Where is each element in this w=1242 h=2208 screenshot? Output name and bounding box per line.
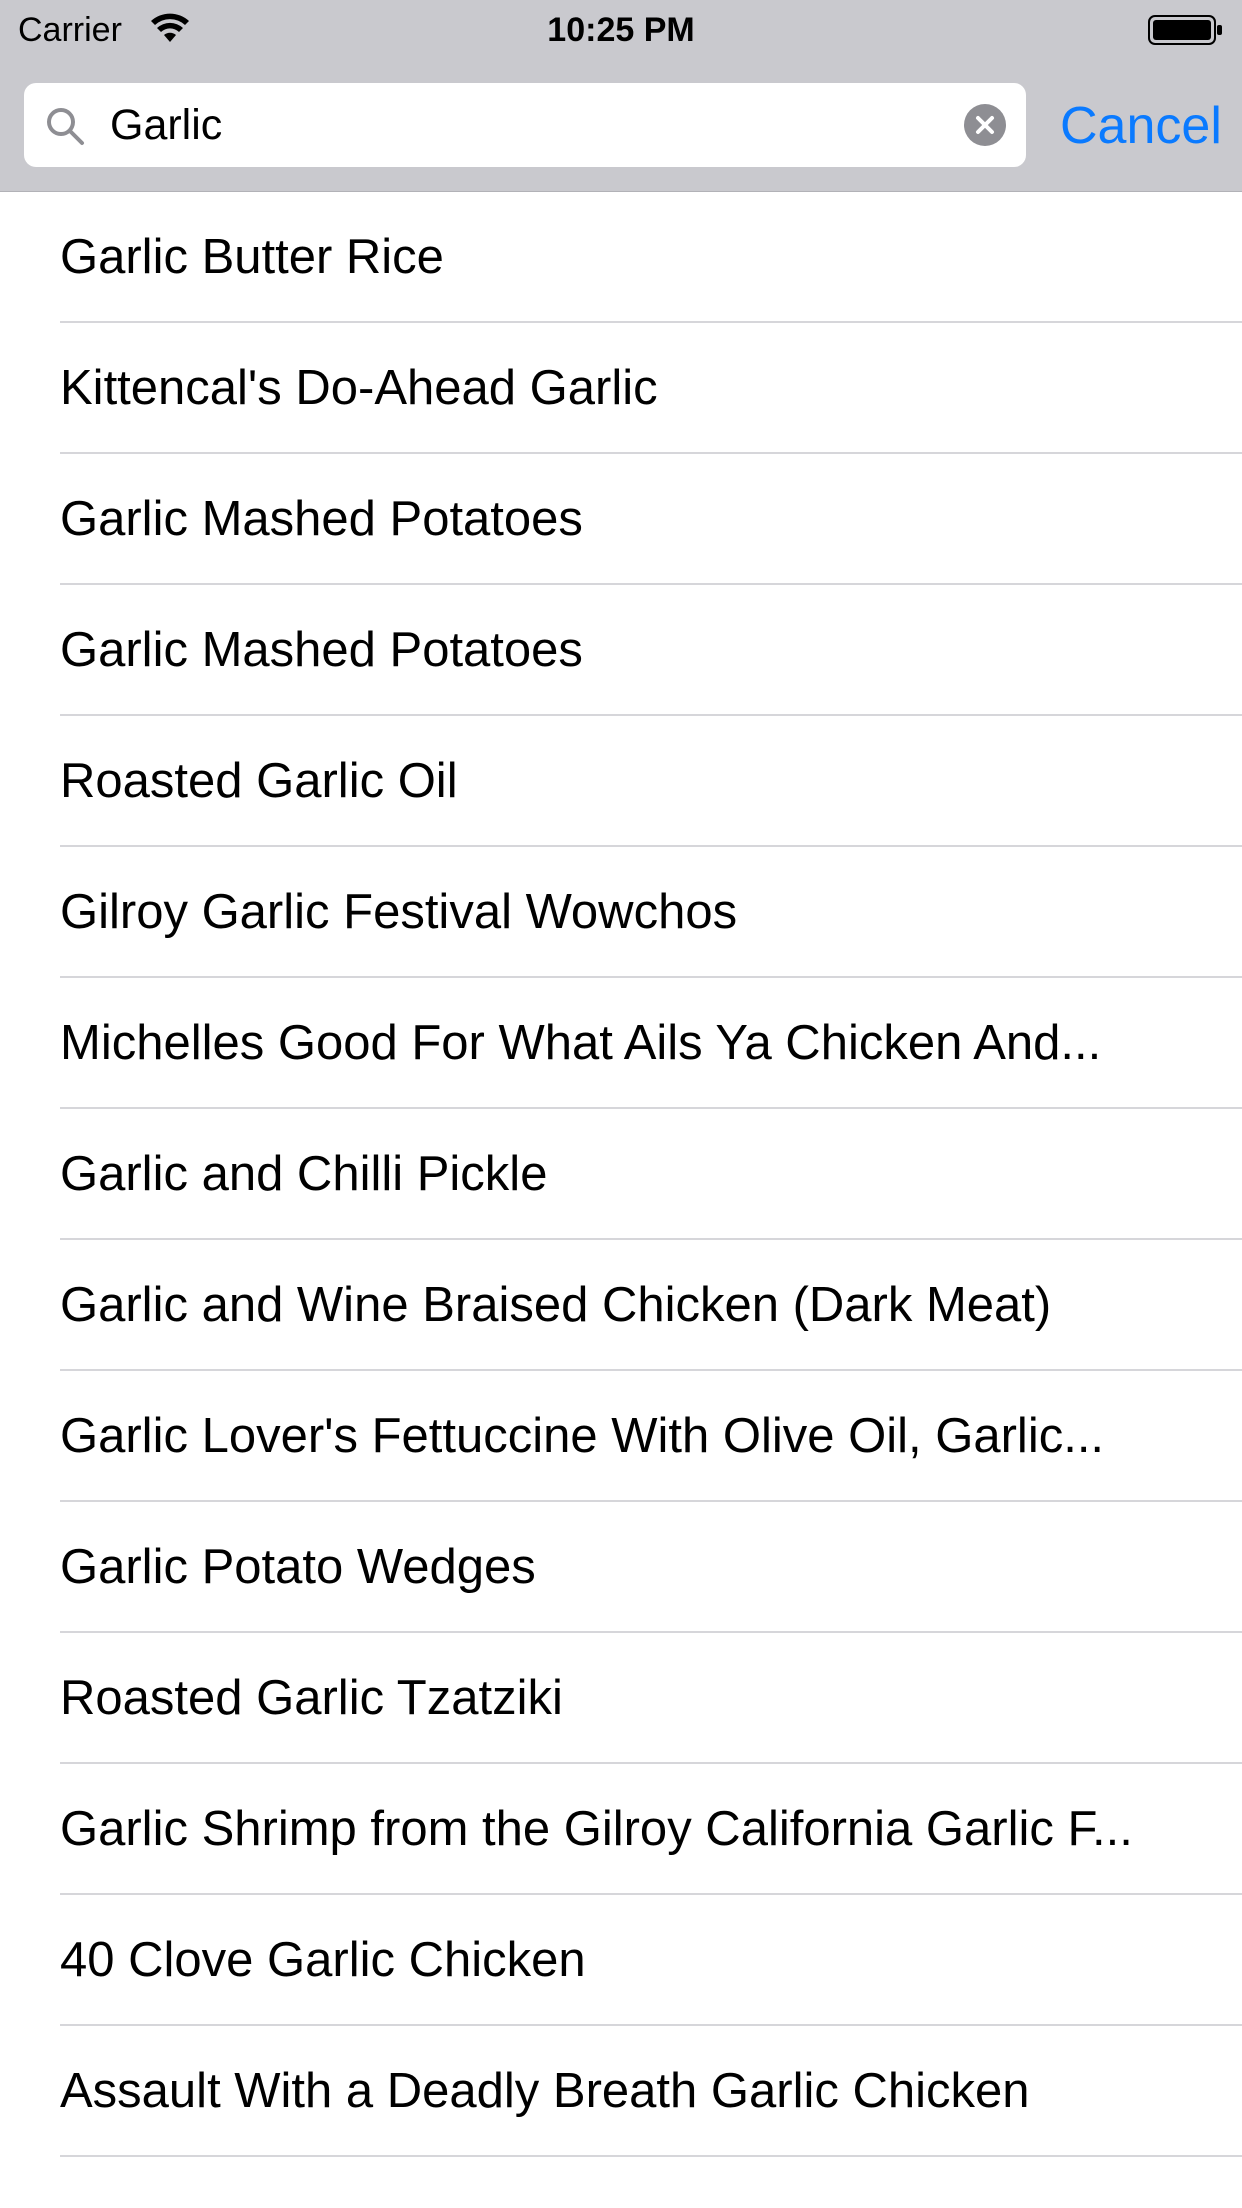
- list-item-label: Garlic Shrimp from the Gilroy California…: [60, 1802, 1133, 1856]
- search-bar: Cancel: [0, 60, 1242, 192]
- list-item-label: Garlic Mashed Potatoes: [60, 623, 583, 677]
- list-item[interactable]: Roasted Garlic Tzatziki: [0, 1633, 1242, 1764]
- list-item-label: Garlic and Wine Braised Chicken (Dark Me…: [60, 1278, 1052, 1332]
- cancel-button[interactable]: Cancel: [1060, 94, 1222, 158]
- list-item[interactable]: Roasted Garlic Oil: [0, 716, 1242, 847]
- results-list: Garlic Butter Rice Kittencal's Do-Ahead G…: [0, 192, 1242, 2157]
- search-icon: [47, 108, 84, 145]
- list-item-label: Garlic Lover's Fettuccine With Olive Oil…: [60, 1409, 1105, 1463]
- list-item[interactable]: Garlic and Wine Braised Chicken (Dark Me…: [0, 1240, 1242, 1371]
- list-item[interactable]: Garlic and Chilli Pickle: [0, 1109, 1242, 1240]
- list-item-label: Assault With a Deadly Breath Garlic Chic…: [60, 2064, 1030, 2118]
- status-bar: Carrier 10:25 PM: [0, 0, 1242, 60]
- clear-icon[interactable]: [964, 104, 1006, 146]
- list-item[interactable]: Garlic Mashed Potatoes: [0, 454, 1242, 585]
- list-item[interactable]: Gilroy Garlic Festival Wowchos: [0, 847, 1242, 978]
- list-item-label: Michelles Good For What Ails Ya Chicken …: [60, 1016, 1102, 1070]
- search-input[interactable]: [110, 83, 970, 167]
- list-item[interactable]: Assault With a Deadly Breath Garlic Chic…: [0, 2026, 1242, 2157]
- list-item-label: Garlic and Chilli Pickle: [60, 1147, 548, 1201]
- search-field[interactable]: [24, 83, 1026, 167]
- list-item-label: Kittencal's Do-Ahead Garlic: [60, 361, 658, 415]
- list-item[interactable]: Garlic Mashed Potatoes: [0, 585, 1242, 716]
- list-item-label: Gilroy Garlic Festival Wowchos: [60, 885, 738, 939]
- list-item[interactable]: Garlic Shrimp from the Gilroy California…: [0, 1764, 1242, 1895]
- list-item[interactable]: Garlic Lover's Fettuccine With Olive Oil…: [0, 1371, 1242, 1502]
- list-item[interactable]: 40 Clove Garlic Chicken: [0, 1895, 1242, 2026]
- list-item-label: Roasted Garlic Tzatziki: [60, 1671, 563, 1725]
- list-item-label: Roasted Garlic Oil: [60, 754, 458, 808]
- list-item-label: Garlic Butter Rice: [60, 230, 444, 284]
- list-item-label: Garlic Mashed Potatoes: [60, 492, 583, 546]
- list-item-label: Garlic Potato Wedges: [60, 1540, 536, 1594]
- row-divider: [60, 2155, 1242, 2157]
- clock-time: 10:25 PM: [547, 11, 695, 49]
- battery-icon: [1148, 15, 1222, 45]
- list-item[interactable]: Garlic Potato Wedges: [0, 1502, 1242, 1633]
- list-item[interactable]: Michelles Good For What Ails Ya Chicken …: [0, 978, 1242, 1109]
- list-item[interactable]: Garlic Butter Rice: [0, 192, 1242, 323]
- list-item-label: 40 Clove Garlic Chicken: [60, 1933, 586, 1987]
- list-item[interactable]: Kittencal's Do-Ahead Garlic: [0, 323, 1242, 454]
